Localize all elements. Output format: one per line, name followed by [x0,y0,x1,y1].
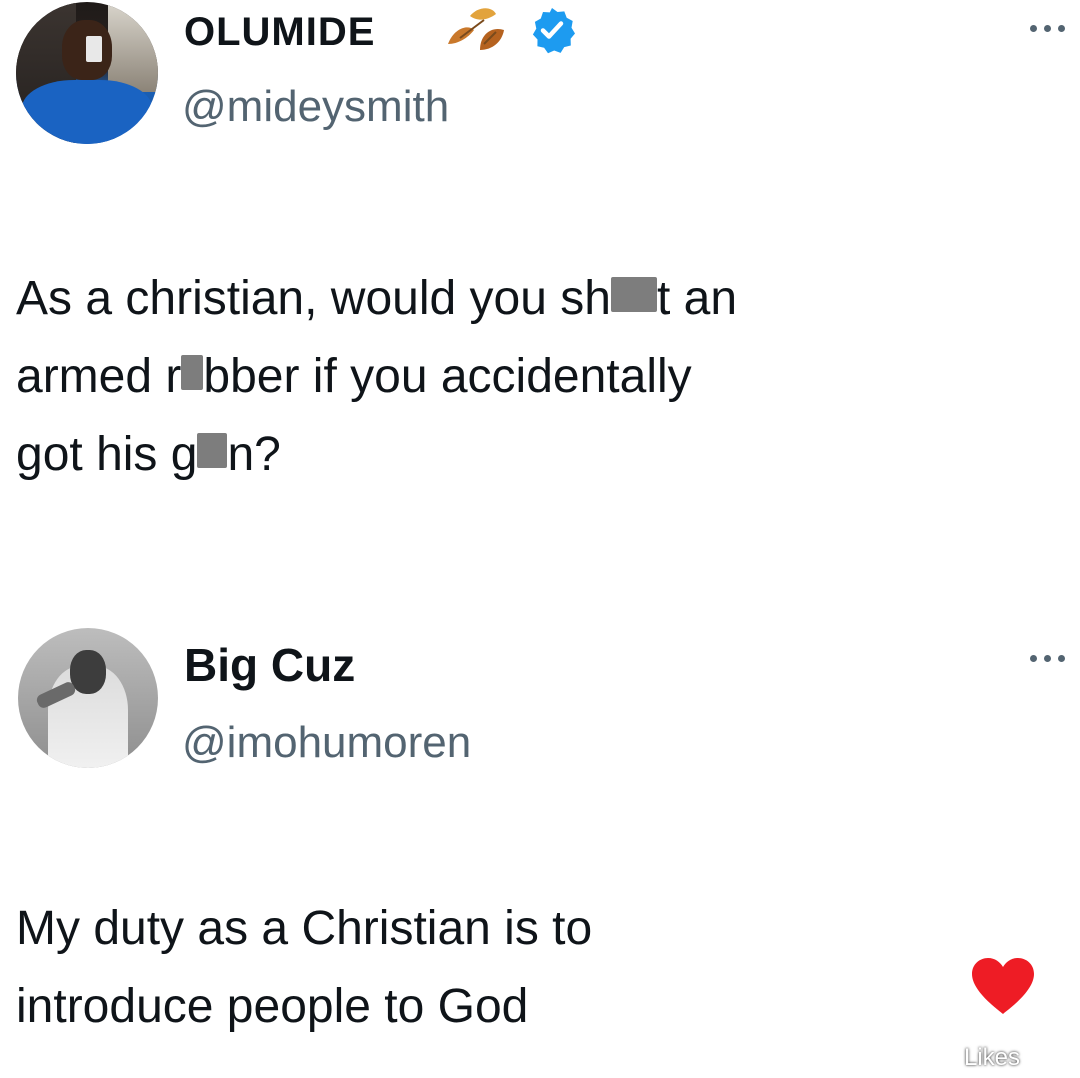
more-options-icon[interactable] [1026,22,1070,36]
censor-block [197,433,228,468]
display-name[interactable]: OLUMIDE [184,10,375,55]
leaf-icon [448,8,504,50]
tweet-text: My duty as a Christian is to introduce p… [16,902,593,1033]
user-handle[interactable]: @imohumoren [182,718,471,768]
censor-block [610,277,657,312]
heart-icon[interactable] [970,956,1036,1016]
censor-block [181,355,204,390]
verified-badge-icon [532,8,575,54]
avatar[interactable] [18,628,158,768]
avatar[interactable] [16,2,158,144]
tweet-original: OLUMIDE @mideysmith As a christian, woul… [0,0,1080,600]
tweet-reply: Big Cuz @imohumoren My duty as a Christi… [0,610,1080,1078]
more-options-icon[interactable] [1026,652,1070,666]
tweet-text: As a christian, would you sh t an armed r… [16,272,738,481]
display-name[interactable]: Big Cuz [184,638,355,692]
user-handle[interactable]: @mideysmith [182,82,449,132]
likes-label: Likes [964,1044,1021,1071]
